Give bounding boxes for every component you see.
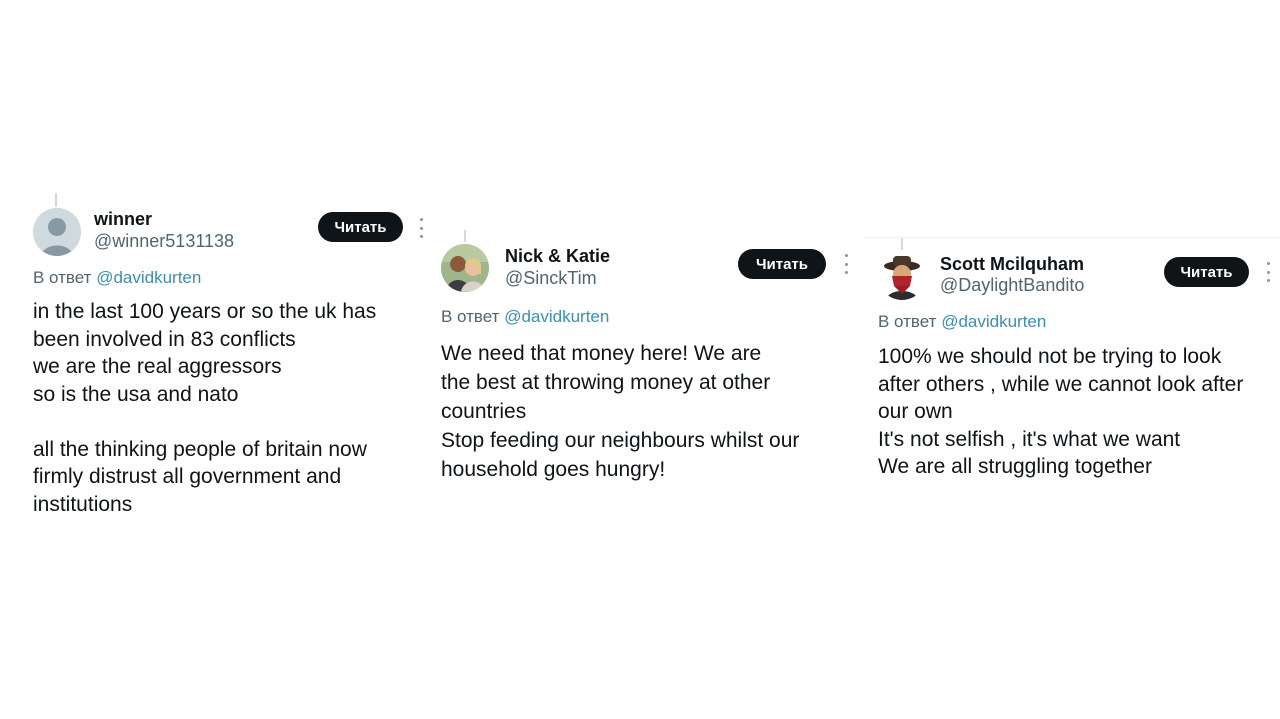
bandit-avatar-icon — [878, 252, 926, 300]
follow-read-button[interactable]: Читать — [738, 249, 826, 279]
follow-read-button[interactable]: Читать — [1164, 257, 1249, 287]
reply-context: В ответ @davidkurten — [878, 312, 1046, 332]
tweet-text: in the last 100 years or so the uk has b… — [33, 298, 376, 518]
tweet-line: countries — [441, 400, 527, 423]
tweet-text: 100% we should not be trying to look aft… — [878, 343, 1243, 481]
top-divider — [864, 237, 1280, 238]
reply-mention-link[interactable]: @davidkurten — [941, 312, 1046, 331]
more-options-icon[interactable] — [418, 218, 424, 238]
tweet-line: We are all struggling together — [878, 455, 1152, 478]
reply-context: В ответ @davidkurten — [33, 268, 201, 288]
tweet-line: the best at throwing money at other — [441, 371, 771, 394]
tweet-line: household goes hungry! — [441, 458, 666, 481]
tweet-line — [33, 408, 376, 436]
tweet-line: 100% we should not be trying to look — [878, 345, 1222, 368]
author-name[interactable]: winner — [94, 209, 152, 230]
reply-mention-link[interactable]: @davidkurten — [96, 268, 201, 287]
tweet-line: institutions — [33, 492, 133, 516]
tweet-line: we are the real aggressors — [33, 355, 282, 378]
thread-line — [464, 230, 466, 242]
more-options-icon[interactable] — [843, 254, 849, 274]
author-handle[interactable]: @SinckTim — [505, 268, 597, 289]
couple-photo-icon — [441, 244, 489, 292]
author-name[interactable]: Nick & Katie — [505, 246, 610, 267]
reply-prefix: В ответ — [878, 312, 937, 331]
follow-read-button[interactable]: Читать — [318, 212, 403, 242]
default-avatar-icon — [33, 208, 81, 256]
tweet-line: been involved in 83 conflicts — [33, 327, 296, 351]
reply-mention-link[interactable]: @davidkurten — [504, 307, 609, 326]
more-options-icon[interactable] — [1265, 262, 1271, 282]
avatar-photo[interactable] — [441, 244, 489, 292]
thread-line — [55, 193, 57, 207]
tweet-line: so is the usa and nato — [33, 382, 239, 406]
reply-prefix: В ответ — [441, 307, 500, 326]
tweet-line: in the last 100 years or so the uk has — [33, 300, 377, 323]
tweet-line: Stop feeding our neighbours whilst our — [441, 429, 800, 452]
tweet-line: firmly distrust all government and — [33, 465, 342, 488]
author-handle[interactable]: @winner5131138 — [94, 231, 234, 252]
tweet-line: We need that money here! We are — [441, 342, 762, 365]
author-name[interactable]: Scott Mcilquham — [940, 254, 1084, 275]
avatar-default[interactable] — [33, 208, 81, 256]
reply-prefix: В ответ — [33, 268, 92, 287]
tweet-text: We need that money here! We are the best… — [441, 339, 799, 484]
author-handle[interactable]: @DaylightBandito — [940, 275, 1084, 296]
tweet-line: after others , while we cannot look afte… — [878, 372, 1244, 396]
tweet-line: our own — [878, 400, 953, 423]
avatar-illustration[interactable] — [878, 252, 926, 300]
thread-line — [901, 238, 903, 250]
reply-context: В ответ @davidkurten — [441, 307, 609, 327]
tweet-line: all the thinking people of britain now — [33, 437, 367, 461]
tweet-line: It's not selfish , it's what we want — [878, 427, 1181, 451]
